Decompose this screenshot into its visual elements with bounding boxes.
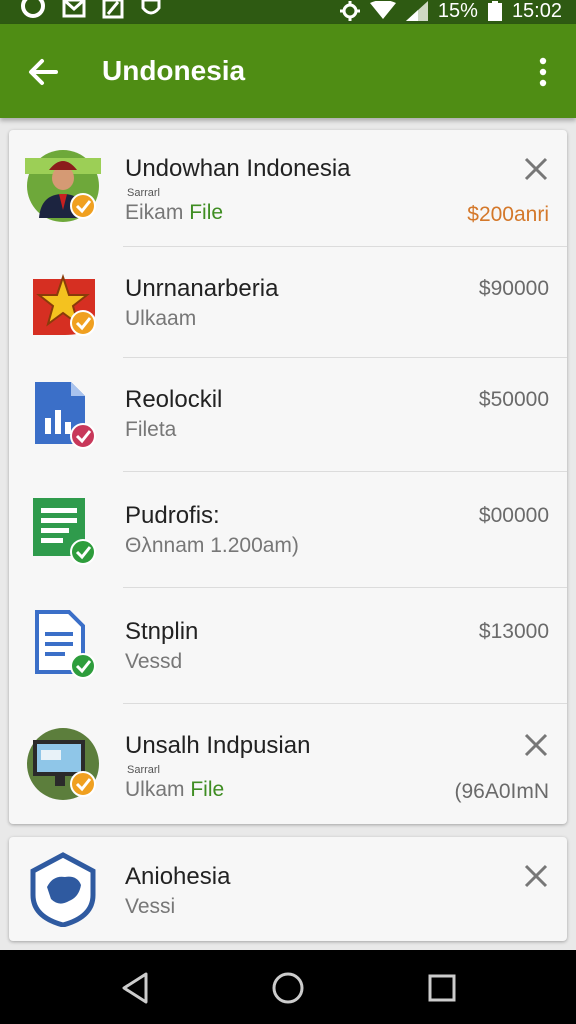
item-subtitle: Fileta	[125, 418, 176, 442]
battery-icon	[487, 1, 502, 21]
settings-icon	[339, 1, 360, 21]
item-subtitle-text: Ulkaam	[125, 307, 197, 330]
page-title: Undonesia	[102, 55, 246, 86]
list-item[interactable]: Unsalh Indpusian Sarrarl Ulkam File (96A…	[9, 704, 567, 824]
transactions-card: Undowhan Indonesia Sarrarl Eikam File $2…	[9, 130, 567, 824]
item-subtitle: Eikam File	[125, 201, 223, 225]
item-subtitle: Ulkaam	[125, 307, 196, 331]
shield-icon	[141, 0, 161, 15]
sheet-doc-icon	[33, 498, 96, 565]
list-item[interactable]: Pudrofis: Θλnnam 1.200am) $00000	[9, 472, 567, 588]
text-doc-icon	[35, 610, 96, 679]
clock: 15:02	[511, 0, 562, 22]
item-subtitle: Vessd	[125, 650, 182, 674]
list-item[interactable]: Stnplin Vessd $13000	[9, 588, 567, 704]
item-title: Pudrofis:	[125, 502, 220, 529]
recents-square-icon[interactable]	[422, 970, 462, 1006]
item-subtitle: Vessi	[125, 895, 176, 918]
item-subtitle-accent: File	[189, 201, 224, 224]
list-item[interactable]: Reolockil Fileta $50000	[9, 358, 567, 472]
list-item[interactable]: Unrnanarberia Ulkaam $90000	[9, 247, 567, 358]
item-subtitle-text: Vessd	[125, 650, 183, 673]
status-right: 15% 15:02	[339, 0, 562, 22]
item-subtitle-text: Θλnnam 1.200am)	[125, 534, 299, 557]
item-amount: $200anri	[467, 203, 549, 226]
item-amount: $13000	[478, 620, 549, 643]
battery-percent: 15%	[437, 0, 478, 22]
secondary-card[interactable]: Aniohesia Vessi	[9, 837, 567, 941]
status-bar: 15% 15:02	[0, 0, 576, 24]
close-icon[interactable]	[521, 861, 551, 891]
wifi-icon	[369, 1, 396, 19]
edit-icon	[102, 0, 124, 19]
item-title: Reolockil	[125, 386, 223, 413]
item-subtitle-text: Fileta	[125, 418, 177, 441]
sync-icon	[21, 0, 45, 18]
item-subtitle: Θλnnam 1.200am)	[125, 534, 299, 558]
item-amount: $90000	[478, 277, 549, 300]
close-icon[interactable]	[521, 730, 551, 760]
shield-map-icon	[30, 852, 96, 927]
item-title: Undowhan Indonesia	[125, 155, 351, 182]
item-subtitle-accent: File	[190, 778, 225, 801]
item-tiny-label: Sarrarl	[127, 187, 161, 199]
person-avatar	[25, 150, 101, 222]
back-triangle-icon[interactable]	[116, 970, 156, 1006]
item-subtitle-text: Eikam	[125, 201, 184, 224]
item-amount: $00000	[478, 504, 549, 527]
more-vert-icon[interactable]	[530, 54, 556, 90]
item-amount: $50000	[478, 388, 549, 411]
monitor-photo-avatar	[27, 728, 99, 800]
navigation-bar	[0, 950, 576, 1024]
item-title: Unsalh Indpusian	[125, 732, 311, 759]
item-amount: (96A0ImN	[454, 780, 549, 803]
item-subtitle: Ulkam File	[125, 778, 224, 802]
arrow-back-icon[interactable]	[22, 52, 66, 92]
item-tiny-label: Sarrarl	[127, 764, 161, 776]
home-circle-icon[interactable]	[268, 970, 308, 1006]
signal-icon	[405, 1, 428, 21]
app-bar: Undonesia	[0, 24, 576, 118]
item-title: Aniohesia	[125, 863, 231, 890]
item-title: Unrnanarberia	[125, 275, 279, 302]
close-icon[interactable]	[521, 154, 551, 184]
emblem-icon	[33, 273, 96, 336]
list-item[interactable]: Undowhan Indonesia Sarrarl Eikam File $2…	[9, 130, 567, 247]
gmail-icon	[62, 0, 86, 18]
item-title: Stnplin	[125, 618, 199, 645]
chart-doc-icon	[35, 382, 96, 449]
item-subtitle-text: Ulkam	[125, 778, 185, 801]
